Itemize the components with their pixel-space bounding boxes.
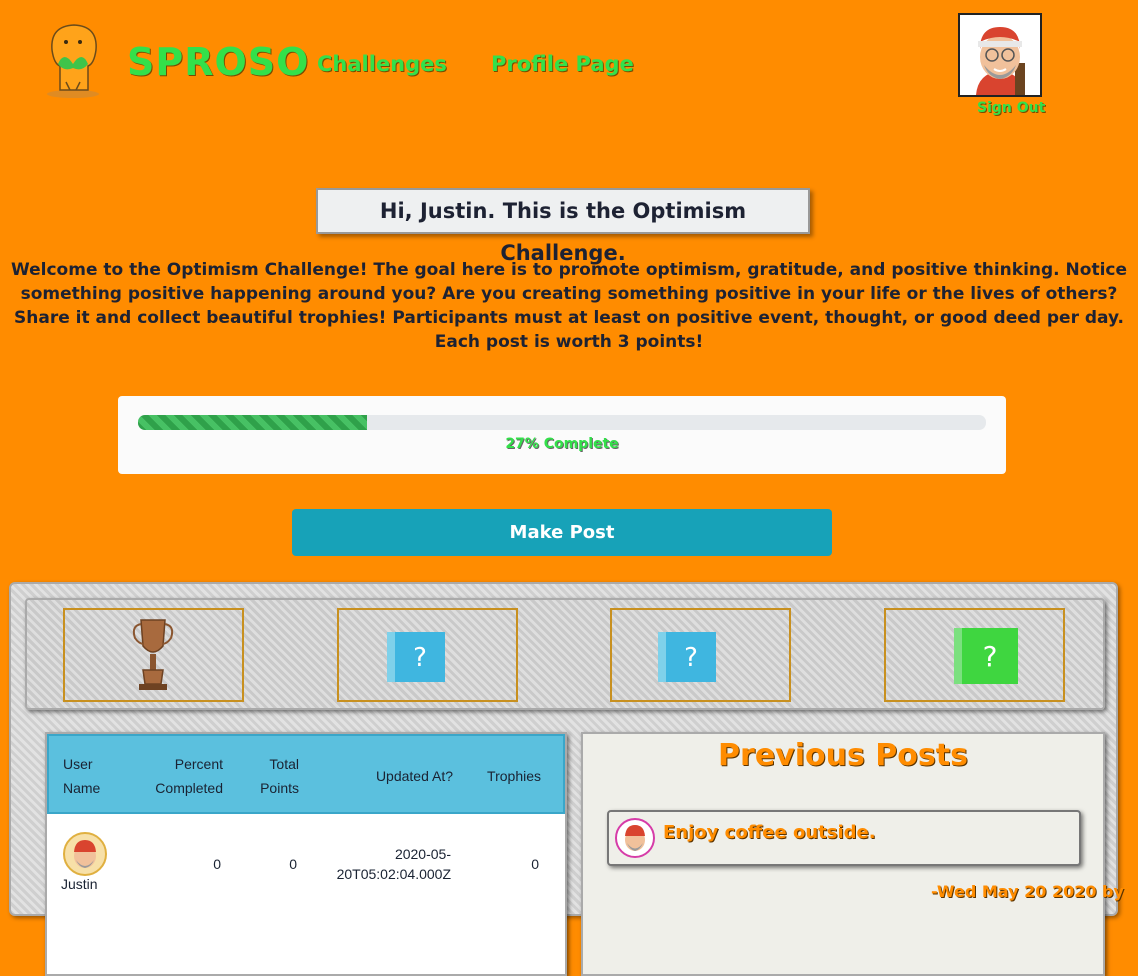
- challenge-panel: ? ? ? User Name Percent Completed Total …: [9, 582, 1124, 976]
- mystery-box-icon: ?: [658, 632, 716, 682]
- mystery-box-icon: ?: [954, 628, 1018, 684]
- bronze-trophy-icon: [132, 619, 174, 690]
- trophy-slot-3[interactable]: ?: [610, 608, 791, 702]
- row-trophies: 0: [531, 856, 539, 872]
- post-avatar: [615, 818, 655, 858]
- user-avatar[interactable]: [958, 13, 1042, 97]
- row-points: 0: [289, 856, 297, 872]
- challenge-description: Welcome to the Optimism Challenge! The g…: [10, 260, 1128, 352]
- trophy-slot-4[interactable]: ?: [884, 608, 1065, 702]
- row-updated: 2020-05- 20T05:02:04.000Z: [336, 846, 451, 882]
- post-date: -Wed May 20 2020 by: [931, 882, 1124, 901]
- header-user-name: User Name: [63, 756, 101, 796]
- mystery-mark: ?: [684, 643, 698, 673]
- progress-fill: [138, 415, 367, 430]
- trophy-slot-1[interactable]: [63, 608, 244, 702]
- nav-profile-link[interactable]: Profile Page: [491, 52, 634, 76]
- post-card[interactable]: Enjoy coffee outside.: [607, 810, 1081, 866]
- trophy-slot-2[interactable]: ?: [337, 608, 518, 702]
- previous-posts-panel: Previous Posts Enjoy coffee outside. -We…: [581, 732, 1124, 976]
- header-updated: Updated At?: [375, 768, 453, 784]
- previous-posts-title: Previous Posts: [718, 738, 968, 773]
- progress-label: 27% Complete: [505, 436, 619, 452]
- row-percent: 0: [213, 856, 221, 872]
- brand-name[interactable]: SPROSO: [127, 40, 309, 84]
- logo-icon[interactable]: [44, 20, 104, 100]
- make-post-button[interactable]: Make Post: [292, 509, 832, 556]
- mystery-mark: ?: [983, 640, 998, 673]
- leaderboard-table: User Name Percent Completed Total Points Up…: [45, 732, 567, 976]
- progress-card: 27% Complete: [118, 396, 1006, 474]
- nav-challenges-link[interactable]: Challenges: [317, 52, 447, 76]
- header-trophies: Trophies: [487, 768, 541, 784]
- sign-out-link[interactable]: Sign Out: [977, 100, 1045, 116]
- trophy-row: ? ? ?: [25, 598, 1105, 710]
- progress-bar: [138, 415, 986, 430]
- mystery-mark: ?: [413, 643, 427, 673]
- row-avatar: [63, 832, 107, 876]
- post-text: Enjoy coffee outside.: [663, 822, 876, 843]
- header-points: Total Points: [260, 756, 299, 796]
- row-name: Justin: [61, 876, 98, 892]
- table-header: User Name Percent Completed Total Points Up…: [47, 734, 565, 814]
- mystery-box-icon: ?: [387, 632, 445, 682]
- challenge-greeting: Hi, Justin. This is the Optimism Challen…: [316, 188, 810, 265]
- header-percent: Percent Completed: [155, 756, 223, 796]
